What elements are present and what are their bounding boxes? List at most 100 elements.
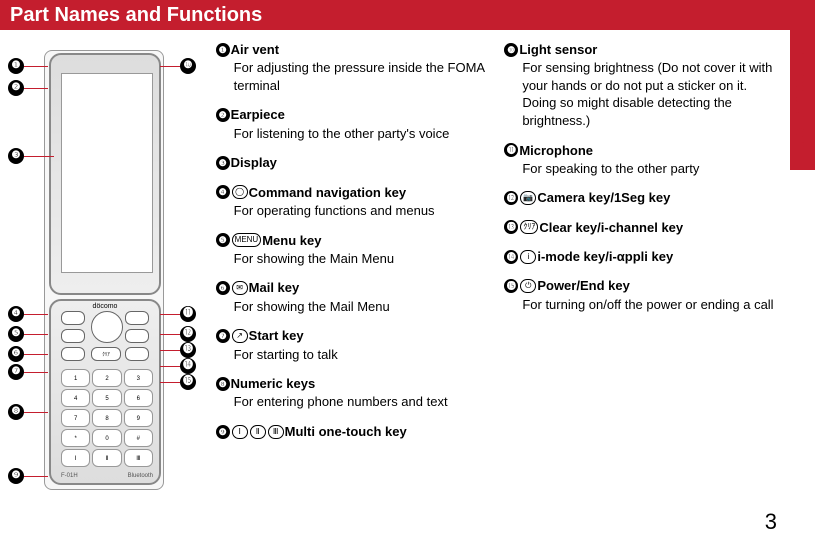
item-number: ❷ xyxy=(216,108,230,122)
callout-2: ❷ xyxy=(8,80,24,96)
lead-14 xyxy=(160,366,180,367)
callout-10: ❿ xyxy=(180,58,196,74)
key-icon: Ⅱ xyxy=(250,425,266,439)
lead-10 xyxy=(160,66,180,67)
key-1: 1 xyxy=(61,369,90,387)
item-number: ❶ xyxy=(216,43,230,57)
description-item: ❹◯Command navigation keyFor operating fu… xyxy=(216,183,491,220)
item-desc: For starting to talk xyxy=(234,346,491,364)
key-8: 8 xyxy=(92,409,121,427)
callout-9: ❾ xyxy=(8,468,24,484)
imode-key xyxy=(125,329,149,343)
item-desc: For turning on/off the power or ending a… xyxy=(522,296,779,314)
item-title: Earpiece xyxy=(231,107,285,122)
item-desc: For operating functions and menus xyxy=(234,202,491,220)
key-icon: 📷 xyxy=(520,191,536,205)
description-item: ⓬📷Camera key/1Seg key xyxy=(504,188,779,206)
callout-4: ❹ xyxy=(8,306,24,322)
item-number: ❼ xyxy=(216,329,230,343)
lead-8 xyxy=(24,412,48,413)
lead-12 xyxy=(160,334,180,335)
item-title: Display xyxy=(231,155,277,170)
phone-screen xyxy=(61,73,153,273)
key-icon: ◯ xyxy=(232,185,248,199)
item-desc: For sensing brightness (Do not cover it … xyxy=(522,59,779,129)
description-item: ❼↗Start key For starting to talk xyxy=(216,326,491,363)
start-key xyxy=(61,347,85,361)
item-title: Light sensor xyxy=(519,42,597,57)
description-col-1: ❶Air vent For adjusting the pressure insi… xyxy=(216,40,491,498)
phone-top xyxy=(49,53,161,295)
item-title: Camera key/1Seg key xyxy=(537,190,670,205)
description-item: ❸Display xyxy=(216,153,491,171)
key-icon: MENU xyxy=(232,233,262,247)
key-5: 5 xyxy=(92,389,121,407)
key-icon: i xyxy=(520,250,536,264)
brand-row: F-01H Bluetooth xyxy=(61,473,153,479)
key-3: 3 xyxy=(124,369,153,387)
phone-outline: döcomo ｸﾘｱ 1 2 3 4 5 6 xyxy=(44,50,164,490)
item-number: ❾ xyxy=(216,425,230,439)
item-desc: For showing the Main Menu xyxy=(234,250,491,268)
item-title: Mail key xyxy=(249,280,300,295)
lead-4 xyxy=(24,314,48,315)
soft-key-right xyxy=(125,311,149,325)
item-desc: For showing the Mail Menu xyxy=(234,298,491,316)
lead-6 xyxy=(24,354,48,355)
lead-9 xyxy=(24,476,48,477)
brand-top: döcomo xyxy=(51,303,159,310)
callout-1: ❶ xyxy=(8,58,24,74)
item-number: ❹ xyxy=(216,185,230,199)
item-number: ❿ xyxy=(504,43,518,57)
section-header: Part Names and Functions xyxy=(0,0,815,30)
item-number: ❺ xyxy=(216,233,230,247)
item-number: ⓬ xyxy=(504,191,518,205)
model-label: F-01H xyxy=(61,473,78,479)
description-item: ❻✉Mail keyFor showing the Mail Menu xyxy=(216,278,491,315)
description-item: ⓭ｸﾘｱClear key/i-channel key xyxy=(504,218,779,236)
key-9: 9 xyxy=(124,409,153,427)
phone-bottom: döcomo ｸﾘｱ 1 2 3 4 5 6 xyxy=(49,299,161,485)
item-desc: For entering phone numbers and text xyxy=(234,393,491,411)
callout-15: ⓯ xyxy=(180,374,196,390)
item-title: Power/End key xyxy=(537,278,629,293)
item-number: ⓫ xyxy=(504,143,518,157)
page: Part Names and Functions Introduction dö… xyxy=(0,0,815,543)
item-title: Clear key/i-channel key xyxy=(539,220,683,235)
description-col-2: ❿Light sensor For sensing brightness (Do … xyxy=(504,40,779,498)
description-item: ❷Earpiece For listening to the other part… xyxy=(216,105,491,142)
item-title: Menu key xyxy=(262,232,321,247)
description-item: ⓫MicrophoneFor speaking to the other par… xyxy=(504,141,779,178)
description-item: ❿Light sensor For sensing brightness (Do … xyxy=(504,40,779,130)
key-i: Ⅰ xyxy=(61,449,90,467)
callout-6: ❻ xyxy=(8,346,24,362)
item-title: Air vent xyxy=(231,42,279,57)
callout-13: ⓭ xyxy=(180,342,196,358)
item-title: Start key xyxy=(249,328,304,343)
callout-5: ❺ xyxy=(8,326,24,342)
key-icon: ↗ xyxy=(232,329,248,343)
phone-diagram: döcomo ｸﾘｱ 1 2 3 4 5 6 xyxy=(8,40,202,498)
callout-8: ❽ xyxy=(8,404,24,420)
key-ii: Ⅱ xyxy=(92,449,121,467)
key-icon: Ⅰ xyxy=(232,425,248,439)
lead-13 xyxy=(160,350,180,351)
item-number: ❽ xyxy=(216,377,230,391)
item-desc: For adjusting the pressure inside the FO… xyxy=(234,59,491,94)
item-title: Multi one-touch key xyxy=(285,424,407,439)
key-icon: Ⅲ xyxy=(268,425,284,439)
description-item: ❺MENUMenu key For showing the Main Menu xyxy=(216,231,491,268)
callout-7: ❼ xyxy=(8,364,24,380)
key-star: * xyxy=(61,429,90,447)
soft-key-left xyxy=(61,311,85,325)
item-number: ❻ xyxy=(216,281,230,295)
key-0: 0 xyxy=(92,429,121,447)
key-iii: Ⅲ xyxy=(124,449,153,467)
callout-11: ⓫ xyxy=(180,306,196,322)
description-item: ⓮ii-mode key/i-αppli key xyxy=(504,247,779,265)
key-7: 7 xyxy=(61,409,90,427)
mail-key xyxy=(61,329,85,343)
item-desc: For listening to the other party's voice xyxy=(234,125,491,143)
key-4: 4 xyxy=(61,389,90,407)
callout-12: ⓬ xyxy=(180,326,196,342)
